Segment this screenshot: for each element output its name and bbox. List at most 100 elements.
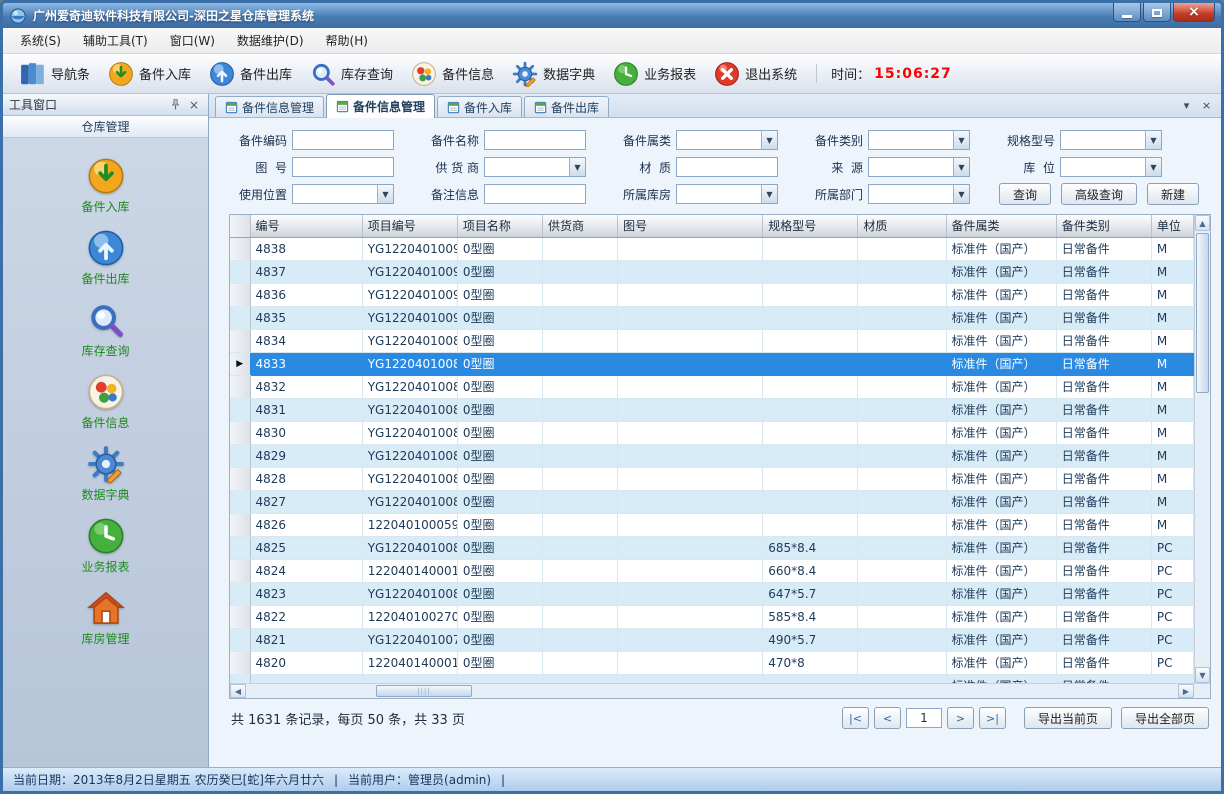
cell-id[interactable]: 4828 <box>250 467 362 490</box>
cell-unit[interactable]: PC <box>1151 536 1193 559</box>
column-header-1[interactable]: 项目编号 <box>362 215 457 237</box>
cell-category[interactable]: 标准件（国产） <box>946 490 1056 513</box>
part-category-select[interactable]: ▼ <box>868 130 970 150</box>
cell-category[interactable]: 标准件（国产） <box>946 536 1056 559</box>
scroll-down-icon[interactable]: ▼ <box>1195 667 1210 683</box>
part-code-field[interactable] <box>292 130 394 150</box>
table-row-4832[interactable]: 4832YG122040100870型圈标准件（国产）日常备件M <box>230 375 1194 398</box>
cell-project_name[interactable]: 0型圈 <box>457 513 542 536</box>
cell-drawing_no[interactable] <box>618 306 763 329</box>
cell-unit[interactable]: M <box>1151 490 1193 513</box>
material-field[interactable] <box>676 157 778 177</box>
cell-unit[interactable]: M <box>1151 260 1193 283</box>
cell-drawing_no[interactable] <box>618 536 763 559</box>
cell-supplier[interactable] <box>542 651 617 674</box>
cell-project_name[interactable]: 0型圈 <box>457 329 542 352</box>
cell-material[interactable] <box>858 651 946 674</box>
cell-category[interactable]: 标准件（国产） <box>946 444 1056 467</box>
cell-type[interactable]: 日常备件 <box>1056 375 1151 398</box>
column-header-2[interactable]: 项目名称 <box>457 215 542 237</box>
sidebar-section-warehouse[interactable]: 仓库管理 <box>3 116 208 138</box>
cell-spec[interactable] <box>763 306 858 329</box>
sidebar-item-part-info[interactable]: 备件信息 <box>3 366 208 438</box>
cell-project_no[interactable] <box>362 674 457 683</box>
menu-item-3[interactable]: 数据维护(D) <box>226 28 315 53</box>
row-selector[interactable] <box>230 398 250 421</box>
cell-type[interactable]: 日常备件 <box>1056 260 1151 283</box>
tab-3[interactable]: 备件出库 <box>524 96 609 117</box>
table-row-4823[interactable]: 4823YG122040100800型圈647*5.7标准件（国产）日常备件PC <box>230 582 1194 605</box>
cell-type[interactable]: 日常备件 <box>1056 674 1151 683</box>
stock-location-select[interactable]: ▼ <box>1060 157 1162 177</box>
cell-drawing_no[interactable] <box>618 352 763 375</box>
hscroll-thumb[interactable]: |||| <box>376 685 472 697</box>
cell-supplier[interactable] <box>542 352 617 375</box>
first-page-button[interactable]: |< <box>842 707 869 729</box>
row-selector[interactable] <box>230 628 250 651</box>
row-selector[interactable] <box>230 237 250 260</box>
cell-project_no[interactable]: YG12204010087 <box>362 375 457 398</box>
supplier-select[interactable]: ▼ <box>484 157 586 177</box>
menu-item-1[interactable]: 辅助工具(T) <box>72 28 159 53</box>
cell-supplier[interactable] <box>542 329 617 352</box>
cell-unit[interactable]: PC <box>1151 582 1193 605</box>
sidebar-close-icon[interactable]: × <box>186 97 202 113</box>
cell-unit[interactable]: M <box>1151 237 1193 260</box>
cell-id[interactable]: 4830 <box>250 421 362 444</box>
cell-project_name[interactable]: 0型圈 <box>457 490 542 513</box>
cell-unit[interactable]: PC <box>1151 605 1193 628</box>
data-dict-toolbar-button[interactable]: 数据字典 <box>503 57 604 91</box>
cell-spec[interactable]: 470*8 <box>763 651 858 674</box>
cell-drawing_no[interactable] <box>618 260 763 283</box>
menu-item-4[interactable]: 帮助(H) <box>315 28 379 53</box>
cell-material[interactable] <box>858 490 946 513</box>
cell-id[interactable]: 4821 <box>250 628 362 651</box>
sidebar-item-part-inbound[interactable]: 备件入库 <box>3 150 208 222</box>
sidebar-item-inventory-query[interactable]: 库存查询 <box>3 294 208 366</box>
cell-drawing_no[interactable] <box>618 628 763 651</box>
column-header-0[interactable]: 编号 <box>250 215 362 237</box>
cell-drawing_no[interactable] <box>618 375 763 398</box>
cell-spec[interactable]: 647*5.7 <box>763 582 858 605</box>
cell-spec[interactable] <box>763 421 858 444</box>
cell-unit[interactable]: PC <box>1151 651 1193 674</box>
column-header-3[interactable]: 供货商 <box>542 215 617 237</box>
cell-unit[interactable]: M <box>1151 444 1193 467</box>
table-row-4835[interactable]: 4835YG122040100900型圈标准件（国产）日常备件M <box>230 306 1194 329</box>
cell-unit[interactable]: M <box>1151 352 1193 375</box>
cell-spec[interactable] <box>763 398 858 421</box>
table-row-4831[interactable]: 4831YG122040100860型圈标准件（国产）日常备件M <box>230 398 1194 421</box>
cell-project_name[interactable]: 0型圈 <box>457 237 542 260</box>
cell-supplier[interactable] <box>542 444 617 467</box>
cell-drawing_no[interactable] <box>618 582 763 605</box>
cell-drawing_no[interactable] <box>618 329 763 352</box>
cell-project_no[interactable]: 1220401400012 <box>362 559 457 582</box>
cell-category[interactable]: 标准件（国产） <box>946 674 1056 683</box>
cell-unit[interactable]: M <box>1151 375 1193 398</box>
cell-type[interactable]: 日常备件 <box>1056 398 1151 421</box>
cell-id[interactable]: 4823 <box>250 582 362 605</box>
hscroll-track[interactable]: |||| <box>246 684 1178 698</box>
use-position-select[interactable]: ▼ <box>292 184 394 204</box>
sidebar-item-business-report[interactable]: 业务报表 <box>3 510 208 582</box>
cell-project_no[interactable]: YG12204010083 <box>362 467 457 490</box>
row-selector[interactable] <box>230 421 250 444</box>
cell-unit[interactable]: M <box>1151 421 1193 444</box>
row-selector[interactable] <box>230 513 250 536</box>
cell-category[interactable]: 标准件（国产） <box>946 582 1056 605</box>
cell-supplier[interactable] <box>542 628 617 651</box>
part-name-field[interactable] <box>484 130 586 150</box>
cell-drawing_no[interactable] <box>618 605 763 628</box>
cell-category[interactable]: 标准件（国产） <box>946 467 1056 490</box>
cell-type[interactable]: 日常备件 <box>1056 628 1151 651</box>
cell-id[interactable]: 4826 <box>250 513 362 536</box>
cell-unit[interactable]: PC <box>1151 628 1193 651</box>
sidebar-item-data-dict[interactable]: 数据字典 <box>3 438 208 510</box>
table-row-4822[interactable]: 482212204010027000型圈585*8.4标准件（国产）日常备件PC <box>230 605 1194 628</box>
cell-supplier[interactable] <box>542 467 617 490</box>
cell-unit[interactable]: M <box>1151 283 1193 306</box>
cell-type[interactable]: 日常备件 <box>1056 582 1151 605</box>
cell-spec[interactable] <box>763 674 858 683</box>
cell-material[interactable] <box>858 283 946 306</box>
cell-drawing_no[interactable] <box>618 467 763 490</box>
